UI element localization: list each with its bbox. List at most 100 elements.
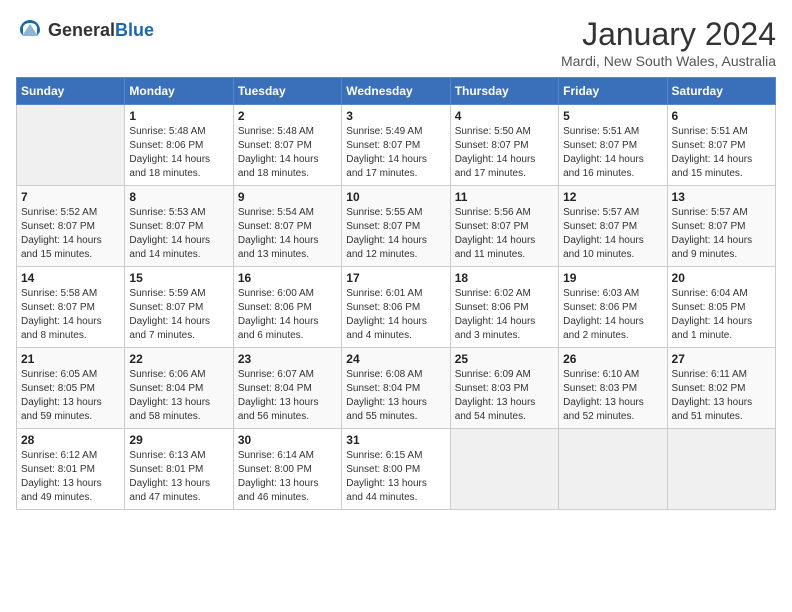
calendar-cell: 22 Sunrise: 6:06 AM Sunset: 8:04 PM Dayli… xyxy=(125,348,233,429)
day-number: 17 xyxy=(346,271,445,285)
day-info: Sunrise: 6:02 AM Sunset: 8:06 PM Dayligh… xyxy=(455,287,554,343)
day-info: Sunrise: 5:51 AM Sunset: 8:07 PM Dayligh… xyxy=(672,125,771,181)
day-info: Sunrise: 6:15 AM Sunset: 8:00 PM Dayligh… xyxy=(346,449,445,505)
day-info: Sunrise: 5:55 AM Sunset: 8:07 PM Dayligh… xyxy=(346,206,445,262)
day-number: 10 xyxy=(346,190,445,204)
calendar-week-row: 7 Sunrise: 5:52 AM Sunset: 8:07 PM Daylig… xyxy=(17,186,776,267)
day-number: 8 xyxy=(129,190,228,204)
calendar-cell: 21 Sunrise: 6:05 AM Sunset: 8:05 PM Dayli… xyxy=(17,348,125,429)
calendar-cell: 5 Sunrise: 5:51 AM Sunset: 8:07 PM Daylig… xyxy=(559,105,667,186)
calendar-cell: 11Sunrise: 5:56 AM Sunset: 8:07 PM Dayli… xyxy=(450,186,558,267)
logo-text-general: General xyxy=(48,20,115,40)
day-number: 25 xyxy=(455,352,554,366)
calendar-cell: 26Sunrise: 6:10 AM Sunset: 8:03 PM Dayli… xyxy=(559,348,667,429)
calendar-cell: 24 Sunrise: 6:08 AM Sunset: 8:04 PM Dayli… xyxy=(342,348,450,429)
day-info: Sunrise: 6:05 AM Sunset: 8:05 PM Dayligh… xyxy=(21,368,120,424)
calendar-cell xyxy=(559,429,667,510)
calendar-cell: 3Sunrise: 5:49 AM Sunset: 8:07 PM Daylig… xyxy=(342,105,450,186)
day-number: 7 xyxy=(21,190,120,204)
day-info: Sunrise: 6:11 AM Sunset: 8:02 PM Dayligh… xyxy=(672,368,771,424)
day-number: 26 xyxy=(563,352,662,366)
calendar-location: Mardi, New South Wales, Australia xyxy=(561,53,776,69)
weekday-header: Friday xyxy=(559,78,667,105)
day-number: 29 xyxy=(129,433,228,447)
day-info: Sunrise: 6:01 AM Sunset: 8:06 PM Dayligh… xyxy=(346,287,445,343)
calendar-title: January 2024 xyxy=(561,16,776,53)
day-info: Sunrise: 6:09 AM Sunset: 8:03 PM Dayligh… xyxy=(455,368,554,424)
calendar-cell: 6 Sunrise: 5:51 AM Sunset: 8:07 PM Daylig… xyxy=(667,105,775,186)
calendar-header: SundayMondayTuesdayWednesdayThursdayFrid… xyxy=(17,78,776,105)
day-info: Sunrise: 5:53 AM Sunset: 8:07 PM Dayligh… xyxy=(129,206,228,262)
day-info: Sunrise: 5:57 AM Sunset: 8:07 PM Dayligh… xyxy=(672,206,771,262)
day-info: Sunrise: 5:48 AM Sunset: 8:06 PM Dayligh… xyxy=(129,125,228,181)
day-number: 27 xyxy=(672,352,771,366)
day-info: Sunrise: 6:00 AM Sunset: 8:06 PM Dayligh… xyxy=(238,287,337,343)
day-info: Sunrise: 6:04 AM Sunset: 8:05 PM Dayligh… xyxy=(672,287,771,343)
day-number: 20 xyxy=(672,271,771,285)
day-info: Sunrise: 5:50 AM Sunset: 8:07 PM Dayligh… xyxy=(455,125,554,181)
calendar-cell: 15 Sunrise: 5:59 AM Sunset: 8:07 PM Dayli… xyxy=(125,267,233,348)
day-info: Sunrise: 6:14 AM Sunset: 8:00 PM Dayligh… xyxy=(238,449,337,505)
day-number: 3 xyxy=(346,109,445,123)
day-info: Sunrise: 5:51 AM Sunset: 8:07 PM Dayligh… xyxy=(563,125,662,181)
day-info: Sunrise: 5:59 AM Sunset: 8:07 PM Dayligh… xyxy=(129,287,228,343)
day-number: 6 xyxy=(672,109,771,123)
calendar-cell: 18Sunrise: 6:02 AM Sunset: 8:06 PM Dayli… xyxy=(450,267,558,348)
weekday-header: Saturday xyxy=(667,78,775,105)
calendar-cell: 31 Sunrise: 6:15 AM Sunset: 8:00 PM Dayli… xyxy=(342,429,450,510)
calendar-cell: 20 Sunrise: 6:04 AM Sunset: 8:05 PM Dayli… xyxy=(667,267,775,348)
day-number: 1 xyxy=(129,109,228,123)
calendar-week-row: 28Sunrise: 6:12 AM Sunset: 8:01 PM Dayli… xyxy=(17,429,776,510)
day-number: 28 xyxy=(21,433,120,447)
weekday-header: Thursday xyxy=(450,78,558,105)
calendar-cell xyxy=(450,429,558,510)
day-number: 31 xyxy=(346,433,445,447)
calendar-cell: 25 Sunrise: 6:09 AM Sunset: 8:03 PM Dayli… xyxy=(450,348,558,429)
logo-icon xyxy=(16,16,44,44)
day-number: 4 xyxy=(455,109,554,123)
calendar-cell: 14Sunrise: 5:58 AM Sunset: 8:07 PM Dayli… xyxy=(17,267,125,348)
day-number: 16 xyxy=(238,271,337,285)
day-number: 5 xyxy=(563,109,662,123)
logo: GeneralBlue xyxy=(16,16,154,44)
calendar-cell: 16 Sunrise: 6:00 AM Sunset: 8:06 PM Dayli… xyxy=(233,267,341,348)
day-info: Sunrise: 6:07 AM Sunset: 8:04 PM Dayligh… xyxy=(238,368,337,424)
weekday-header: Wednesday xyxy=(342,78,450,105)
day-number: 15 xyxy=(129,271,228,285)
calendar-cell: 30Sunrise: 6:14 AM Sunset: 8:00 PM Dayli… xyxy=(233,429,341,510)
calendar-cell: 9 Sunrise: 5:54 AM Sunset: 8:07 PM Daylig… xyxy=(233,186,341,267)
day-info: Sunrise: 6:08 AM Sunset: 8:04 PM Dayligh… xyxy=(346,368,445,424)
title-block: January 2024 Mardi, New South Wales, Aus… xyxy=(561,16,776,69)
day-info: Sunrise: 5:52 AM Sunset: 8:07 PM Dayligh… xyxy=(21,206,120,262)
day-info: Sunrise: 5:48 AM Sunset: 8:07 PM Dayligh… xyxy=(238,125,337,181)
calendar-cell: 27 Sunrise: 6:11 AM Sunset: 8:02 PM Dayli… xyxy=(667,348,775,429)
day-info: Sunrise: 6:03 AM Sunset: 8:06 PM Dayligh… xyxy=(563,287,662,343)
day-number: 19 xyxy=(563,271,662,285)
calendar-cell: 19 Sunrise: 6:03 AM Sunset: 8:06 PM Dayli… xyxy=(559,267,667,348)
weekday-header: Tuesday xyxy=(233,78,341,105)
calendar-cell: 2Sunrise: 5:48 AM Sunset: 8:07 PM Daylig… xyxy=(233,105,341,186)
day-number: 22 xyxy=(129,352,228,366)
calendar-cell: 17 Sunrise: 6:01 AM Sunset: 8:06 PM Dayli… xyxy=(342,267,450,348)
day-info: Sunrise: 5:54 AM Sunset: 8:07 PM Dayligh… xyxy=(238,206,337,262)
calendar-week-row: 14Sunrise: 5:58 AM Sunset: 8:07 PM Dayli… xyxy=(17,267,776,348)
day-number: 9 xyxy=(238,190,337,204)
calendar-cell: 13 Sunrise: 5:57 AM Sunset: 8:07 PM Dayli… xyxy=(667,186,775,267)
day-number: 13 xyxy=(672,190,771,204)
calendar-cell: 12Sunrise: 5:57 AM Sunset: 8:07 PM Dayli… xyxy=(559,186,667,267)
calendar-cell: 29Sunrise: 6:13 AM Sunset: 8:01 PM Dayli… xyxy=(125,429,233,510)
day-number: 21 xyxy=(21,352,120,366)
page-header: GeneralBlue January 2024 Mardi, New Sout… xyxy=(16,16,776,69)
calendar-cell: 4 Sunrise: 5:50 AM Sunset: 8:07 PM Daylig… xyxy=(450,105,558,186)
weekday-header: Monday xyxy=(125,78,233,105)
day-number: 24 xyxy=(346,352,445,366)
day-info: Sunrise: 5:57 AM Sunset: 8:07 PM Dayligh… xyxy=(563,206,662,262)
logo-text-blue: Blue xyxy=(115,20,154,40)
day-number: 11 xyxy=(455,190,554,204)
calendar-cell: 28Sunrise: 6:12 AM Sunset: 8:01 PM Dayli… xyxy=(17,429,125,510)
day-info: Sunrise: 5:58 AM Sunset: 8:07 PM Dayligh… xyxy=(21,287,120,343)
calendar-cell: 8 Sunrise: 5:53 AM Sunset: 8:07 PM Daylig… xyxy=(125,186,233,267)
calendar-table: SundayMondayTuesdayWednesdayThursdayFrid… xyxy=(16,77,776,510)
calendar-cell xyxy=(17,105,125,186)
day-info: Sunrise: 6:06 AM Sunset: 8:04 PM Dayligh… xyxy=(129,368,228,424)
